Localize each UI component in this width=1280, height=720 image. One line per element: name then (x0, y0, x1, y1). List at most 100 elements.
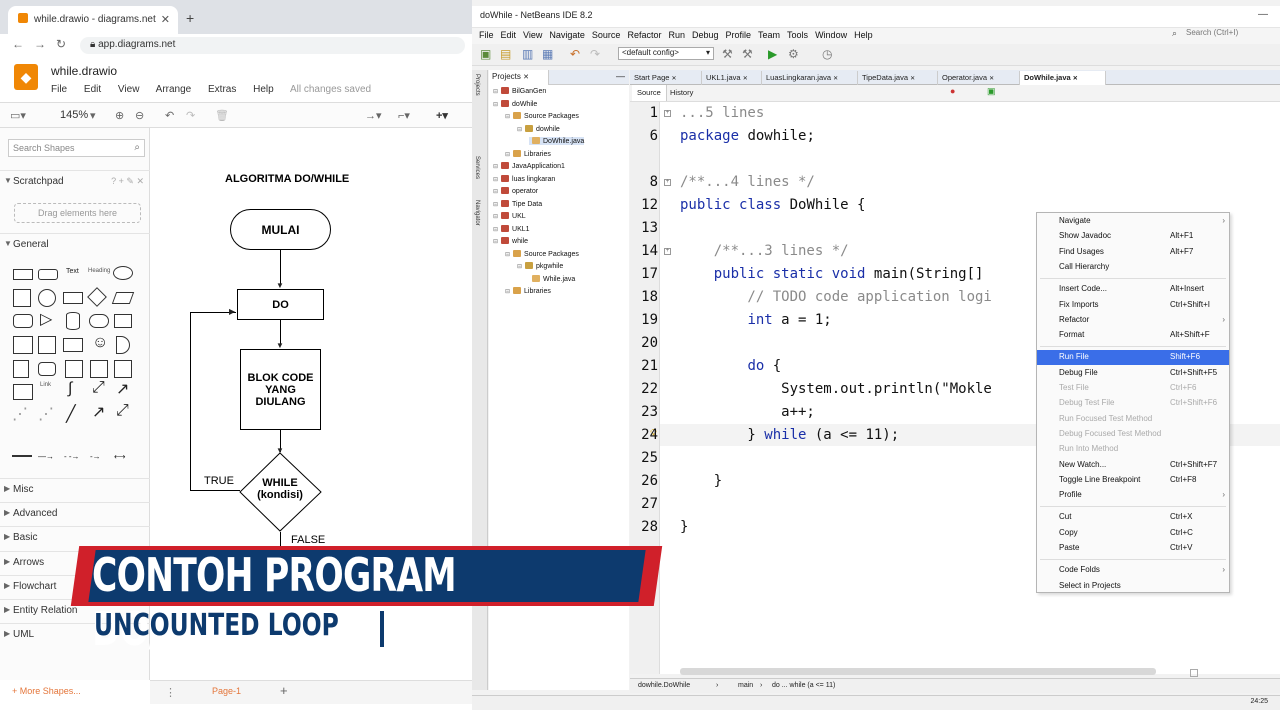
project-tree-item[interactable]: ⊟ UKL (493, 212, 526, 220)
context-menu-item[interactable]: Run Into Method (1037, 442, 1229, 457)
project-tree-item[interactable]: ⊟ Libraries (505, 149, 551, 158)
scratchpad-actions-icon[interactable]: ? + ✎ ✕ (111, 176, 144, 187)
expand-toggle-icon[interactable]: ⊟ (493, 202, 498, 208)
context-menu-item[interactable]: Debug Focused Test Method (1037, 427, 1229, 442)
context-menu-item[interactable]: New Watch... Ctrl+Shift+F7 (1037, 458, 1229, 473)
build-icon[interactable]: ⚒ (722, 47, 733, 61)
project-tree-item[interactable]: ⊟ Source Packages (505, 112, 579, 120)
expand-toggle-icon[interactable]: ⊟ (493, 102, 498, 108)
line-icon[interactable]: ╱ (66, 404, 76, 424)
breadcrumb-method[interactable]: main (738, 682, 753, 689)
drawio-menu-arrange[interactable]: Arrange (156, 84, 192, 95)
url-field[interactable]: 🔒︎ app.diagrams.net (80, 37, 465, 54)
bidirectional-connector-icon[interactable]: ⤢ (116, 402, 129, 420)
record-macro-icon[interactable]: ● (950, 86, 955, 96)
arrow-shape-icon[interactable]: ↗ (116, 379, 129, 399)
diamond-shape-icon[interactable] (87, 287, 107, 307)
cloud-shape-icon[interactable] (89, 314, 109, 328)
dotted-line-icon[interactable]: ⋰ (38, 404, 54, 424)
clean-build-icon[interactable]: ⚒ (742, 47, 753, 61)
insert-icon[interactable]: +▾ (436, 109, 448, 122)
projects-tab[interactable]: Projects ✕ (489, 70, 549, 85)
list-shape-icon[interactable] (13, 384, 33, 400)
back-icon[interactable]: ← (12, 37, 34, 51)
block-process-box[interactable]: BLOK CODE YANG DIULANG (240, 349, 321, 430)
scratchpad-section[interactable]: ▼ Scratchpad ? + ✎ ✕ (0, 170, 150, 192)
nb-menu-navigate[interactable]: Navigate (549, 30, 585, 40)
link-shape-icon[interactable]: Link (40, 382, 51, 388)
redo-icon[interactable]: ↷ (590, 47, 600, 61)
navigator-tab[interactable]: Navigator (474, 200, 480, 226)
reload-icon[interactable]: ↻ (56, 37, 76, 51)
cylinder-shape-icon[interactable] (66, 312, 80, 330)
project-tree-item[interactable]: ⊟ Libraries (505, 287, 551, 295)
code-line[interactable]: a++; (680, 404, 815, 420)
solid-link-icon[interactable] (12, 455, 32, 457)
breadcrumb-class[interactable]: dowhile.DoWhile (638, 682, 690, 689)
parallelogram-shape-icon[interactable] (111, 292, 135, 304)
code-line[interactable]: public class DoWhile { (680, 197, 865, 213)
services-tab[interactable]: Services (474, 156, 480, 179)
profile-icon[interactable]: ◷ (822, 47, 832, 61)
context-menu-item[interactable]: Code Folds › (1037, 563, 1229, 578)
actor-shape-icon[interactable]: ☺ (92, 334, 108, 352)
project-tree-item[interactable]: ⊟ luas lingkaran (493, 174, 555, 183)
project-tree-item[interactable]: ⊟ pkgwhile (517, 262, 563, 270)
delete-icon[interactable]: 🗑︎ (215, 109, 229, 122)
debug-icon[interactable]: ⚙ (788, 47, 799, 61)
expand-toggle-icon[interactable]: ⊟ (505, 252, 510, 258)
code-line[interactable]: do { (680, 358, 781, 374)
code-line[interactable]: System.out.println("Mokle (680, 381, 992, 397)
triangle-shape-icon[interactable]: ▷ (40, 312, 52, 328)
drawio-menu-help[interactable]: Help (253, 84, 274, 95)
textbox-shape-icon[interactable]: Heading (88, 268, 110, 274)
breadcrumb-block[interactable]: do ... while (a <= 11) (772, 682, 835, 689)
tape-shape-icon[interactable] (114, 360, 132, 378)
flowchart-title[interactable]: ALGORITMA DO/WHILE (225, 173, 349, 185)
fold-expand-icon[interactable]: + (664, 110, 671, 117)
context-menu-item[interactable]: Test File Ctrl+F6 (1037, 381, 1229, 396)
files-tab[interactable]: Projects (474, 74, 480, 96)
context-menu-item[interactable]: Debug File Ctrl+Shift+F5 (1037, 366, 1229, 381)
open-arrow-icon[interactable]: -→ (90, 452, 101, 461)
dashed-line-icon[interactable]: ⋰ (12, 404, 28, 424)
close-icon[interactable]: ✕ (910, 76, 915, 82)
general-section[interactable]: ▼ General (0, 233, 150, 255)
bidirectional-arrow-icon[interactable]: ⤢ (92, 379, 105, 397)
zoom-level[interactable]: 145% (60, 109, 88, 121)
drawio-menu-file[interactable]: File (51, 84, 67, 95)
close-icon[interactable]: ✕ (743, 76, 748, 82)
text-shape-icon[interactable]: Text (66, 268, 79, 275)
page-tab[interactable]: Page-1 (212, 686, 241, 696)
start-terminator[interactable]: MULAI (230, 209, 331, 250)
search-icon[interactable]: ⌕ (134, 142, 140, 153)
context-menu-item[interactable]: Show Javadoc Alt+F1 (1037, 229, 1229, 244)
nb-menu-profile[interactable]: Profile (726, 30, 752, 40)
square-shape-icon[interactable] (13, 289, 31, 307)
run-icon[interactable]: ▶ (768, 47, 777, 61)
code-line[interactable]: /**...4 lines */ (680, 174, 815, 190)
code-line[interactable]: /**...3 lines */ (680, 243, 849, 259)
context-menu-item[interactable]: Select in Projects (1037, 579, 1229, 594)
context-menu-item[interactable]: Format Alt+Shift+F (1037, 328, 1229, 343)
save-all-icon[interactable]: ▦ (542, 47, 553, 61)
context-menu-item[interactable]: Call Hierarchy (1037, 260, 1229, 275)
context-menu-item[interactable]: Insert Code... Alt+Insert (1037, 282, 1229, 297)
history-tab[interactable]: History (670, 88, 693, 97)
browser-tab[interactable]: while.drawio - diagrams.net ✕ (8, 6, 178, 34)
drawio-file-title[interactable]: while.drawio (51, 64, 117, 78)
scratchpad-drop-zone[interactable]: Drag elements here (14, 203, 141, 223)
nb-menu-help[interactable]: Help (854, 30, 873, 40)
container-shape-icon[interactable] (65, 360, 83, 378)
connector-icon[interactable]: →▾ (365, 109, 382, 122)
misc-section[interactable]: ▶ Misc (0, 478, 150, 500)
curve-shape-icon[interactable]: ∫ (68, 380, 72, 398)
project-tree-item[interactable]: ⊟ Source Packages (505, 249, 579, 258)
internal-storage-shape-icon[interactable] (13, 336, 33, 354)
close-icon[interactable]: ✕ (523, 74, 529, 81)
context-menu-item[interactable]: Profile › (1037, 488, 1229, 503)
new-file-icon[interactable]: ▤ (500, 47, 511, 61)
format-panel-icon[interactable]: ▭▾ (10, 109, 26, 122)
context-menu-item[interactable]: Cut Ctrl+X (1037, 510, 1229, 525)
nb-menu-file[interactable]: File (479, 30, 494, 40)
